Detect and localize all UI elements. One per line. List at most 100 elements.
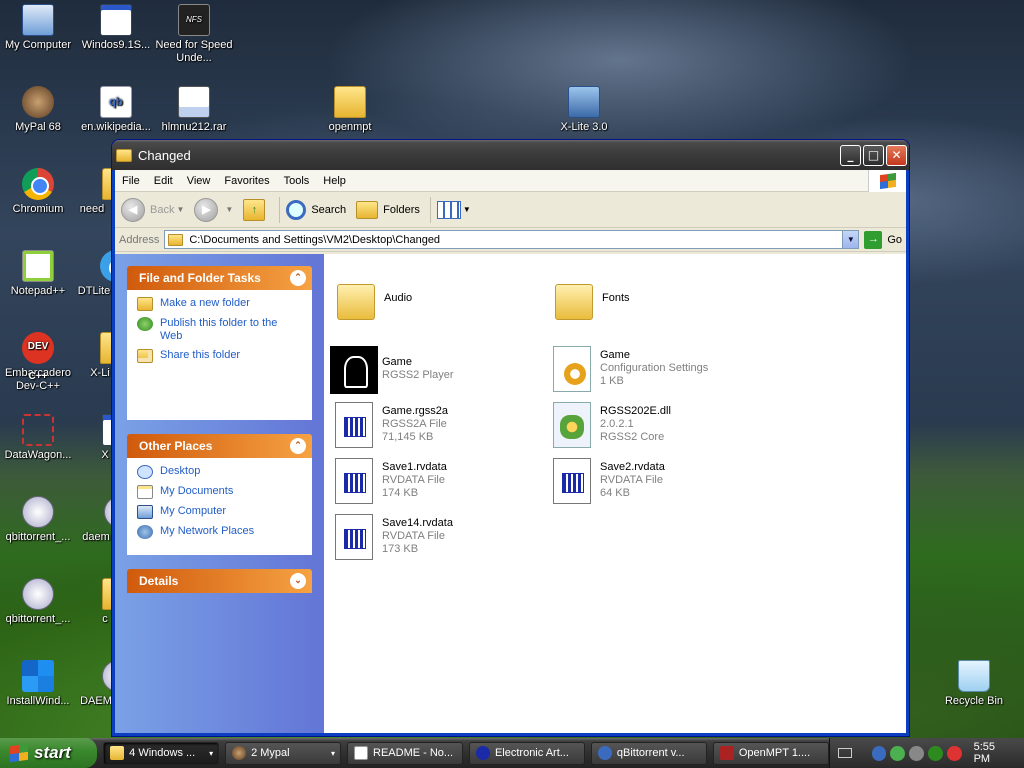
menu-edit[interactable]: Edit	[147, 175, 180, 187]
make-new-folder-link[interactable]: Make a new folder	[137, 297, 302, 311]
network-places-link[interactable]: My Network Places	[137, 525, 302, 539]
desktop-icon-label: Chromium	[12, 203, 64, 215]
explorer-window[interactable]: Changed _ □ ✕ File Edit View Favorites T…	[111, 139, 910, 737]
chevron-down-icon[interactable]: ⌄	[290, 573, 306, 589]
share-folder-link[interactable]: Share this folder	[137, 349, 302, 363]
file-item[interactable]: Game RGSS2 Player	[330, 346, 540, 394]
start-button[interactable]: start	[0, 738, 98, 768]
file-item[interactable]: Audio	[332, 280, 542, 320]
desktop-icon-dtlite[interactable]: DTLite	[76, 250, 112, 298]
chevron-up-icon[interactable]: ⌃	[290, 438, 306, 454]
forward-button[interactable]: ▶ ▼	[194, 197, 233, 222]
desktop-icon-hlmnu[interactable]: hlmnu212.rar	[152, 86, 236, 134]
back-button[interactable]: ◀ Back ▼	[121, 197, 184, 222]
desktop-icon-daem[interactable]: daem	[80, 496, 112, 544]
panel-header[interactable]: Other Places ⌃	[127, 434, 312, 458]
file-name: Save14.rvdata	[382, 517, 453, 529]
chevron-up-icon[interactable]: ⌃	[290, 270, 306, 286]
desktop-icon-my-computer[interactable]: My Computer	[0, 4, 80, 52]
menu-help[interactable]: Help	[316, 175, 353, 187]
file-name: Save2.rvdata	[600, 461, 665, 473]
desktop-icon-need[interactable]: need	[72, 168, 112, 216]
desktop-icon-wikipedia[interactable]: qb en.wikipedia...	[74, 86, 158, 134]
toolbar: ◀ Back ▼ ▶ ▼ ↑ Search Folders ▼	[115, 192, 906, 228]
file-item[interactable]: Game Configuration Settings 1 KB	[548, 346, 758, 392]
taskbar-item-windows-explorer[interactable]: 4 Windows ... ▾	[103, 741, 220, 765]
qbittorrent-icon	[22, 578, 54, 610]
desktop-icon-label: en.wikipedia...	[81, 121, 151, 133]
desktop-icon-qbittorrent-1[interactable]: qbittorrent_...	[0, 496, 80, 544]
desktop-icon-devcpp[interactable]: DEV C++ Embarcadero Dev-C++	[0, 332, 80, 393]
title-bar[interactable]: Changed _ □ ✕	[112, 140, 909, 170]
desktop-icon-nfs[interactable]: NFS Need for Speed Unde...	[152, 4, 236, 65]
keyboard-icon[interactable]	[837, 748, 852, 758]
panel-header[interactable]: File and Folder Tasks ⌃	[127, 266, 312, 290]
link-label: My Network Places	[160, 525, 255, 537]
address-input[interactable]: C:\Documents and Settings\VM2\Desktop\Ch…	[164, 230, 860, 249]
up-folder-button[interactable]: ↑	[243, 198, 269, 221]
desktop-icon-xlite[interactable]: X-Lite 3.0	[542, 86, 626, 134]
go-button[interactable]: → Go	[864, 230, 902, 249]
file-item[interactable]: Save2.rvdata RVDATA File 64 KB	[548, 458, 758, 504]
tray-app-icon[interactable]	[928, 745, 943, 761]
desktop-icon-recycle-bin[interactable]: Recycle Bin	[932, 660, 1016, 708]
desktop-icon-qbittorrent-2[interactable]: qbittorrent_...	[0, 578, 80, 626]
file-item[interactable]: Save1.rvdata RVDATA File 174 KB	[330, 458, 540, 504]
my-computer-link[interactable]: My Computer	[137, 505, 302, 519]
file-item[interactable]: RGSS202E.dll 2.0.2.1 RGSS2 Core	[548, 402, 758, 448]
qbittorrent-tray-icon[interactable]	[871, 745, 887, 761]
file-item[interactable]: Fonts	[550, 280, 760, 320]
taskbar-item-readme[interactable]: README - No...	[347, 741, 463, 765]
file-type: RVDATA File	[382, 474, 445, 486]
desktop-icon-datawagon[interactable]: DataWagon...	[0, 414, 80, 462]
my-computer-icon	[137, 505, 153, 519]
link-label: My Documents	[160, 485, 234, 497]
address-dropdown-icon[interactable]: ▼	[842, 231, 859, 248]
my-documents-link[interactable]: My Documents	[137, 485, 302, 499]
menu-favorites[interactable]: Favorites	[217, 175, 276, 187]
desktop-icon-xli[interactable]: X-Li	[88, 332, 112, 380]
taskbar-item-mypal[interactable]: 2 Mypal ▾	[225, 741, 342, 765]
publish-web-link[interactable]: Publish this folder to the Web	[137, 317, 302, 343]
clock[interactable]: 5:55 PM	[974, 741, 1014, 765]
network-places-icon	[137, 525, 153, 539]
desktop-icon-chromium[interactable]: Chromium	[0, 168, 80, 216]
desktop-icon-windos9[interactable]: Windos9.1S...	[74, 4, 158, 52]
desktop-icon-openmpt[interactable]: openmpt	[308, 86, 392, 134]
folders-icon	[356, 200, 379, 219]
explorer-content: File and Folder Tasks ⌃ Make a new folde…	[115, 254, 906, 733]
desktop-icon-daem2[interactable]: DAEM	[80, 660, 112, 708]
menu-tools[interactable]: Tools	[277, 175, 317, 187]
file-item[interactable]: Game.rgss2a RGSS2A File 71,145 KB	[330, 402, 540, 448]
menu-view[interactable]: View	[180, 175, 218, 187]
desktop-icon-mypal[interactable]: MyPal 68	[0, 86, 80, 134]
desktop-icon-x[interactable]: X	[98, 414, 112, 462]
tray-app-icon[interactable]	[890, 745, 906, 761]
desktop-link[interactable]: Desktop	[137, 465, 302, 479]
forward-dropdown-icon[interactable]: ▼	[225, 205, 233, 214]
desktop-icon-notepadpp[interactable]: Notepad++	[0, 250, 80, 298]
folders-button[interactable]: Folders	[356, 200, 420, 219]
share-folder-icon	[137, 349, 153, 363]
file-version: 2.0.2.1	[600, 418, 634, 430]
file-type: RVDATA File	[382, 530, 445, 542]
nfs-icon: NFS	[178, 4, 210, 36]
taskbar-item-qbittorrent[interactable]: qBittorrent v...	[590, 741, 707, 765]
minimize-button[interactable]: _	[840, 144, 861, 166]
taskbar-item-electronic-arts[interactable]: Electronic Art...	[468, 741, 585, 765]
file-item[interactable]: Save14.rvdata RVDATA File 173 KB	[330, 514, 540, 560]
desktop-icon-installwind[interactable]: InstallWind...	[0, 660, 80, 708]
tray-app-icon[interactable]	[946, 745, 962, 761]
close-button[interactable]: ✕	[886, 144, 907, 166]
computer-icon	[22, 4, 54, 36]
views-button[interactable]: ▼	[436, 200, 471, 219]
taskbar-item-openmpt[interactable]: OpenMPT 1....	[712, 741, 829, 765]
maximize-button[interactable]: □	[863, 144, 884, 166]
panel-header[interactable]: Details ⌄	[127, 569, 312, 593]
tray-app-icon[interactable]	[909, 745, 924, 761]
menu-file[interactable]: File	[115, 175, 147, 187]
panel-title: File and Folder Tasks	[139, 271, 261, 285]
back-dropdown-icon[interactable]: ▼	[176, 205, 184, 214]
search-button[interactable]: Search	[286, 199, 346, 220]
desktop-icon-c[interactable]: c	[98, 578, 112, 626]
